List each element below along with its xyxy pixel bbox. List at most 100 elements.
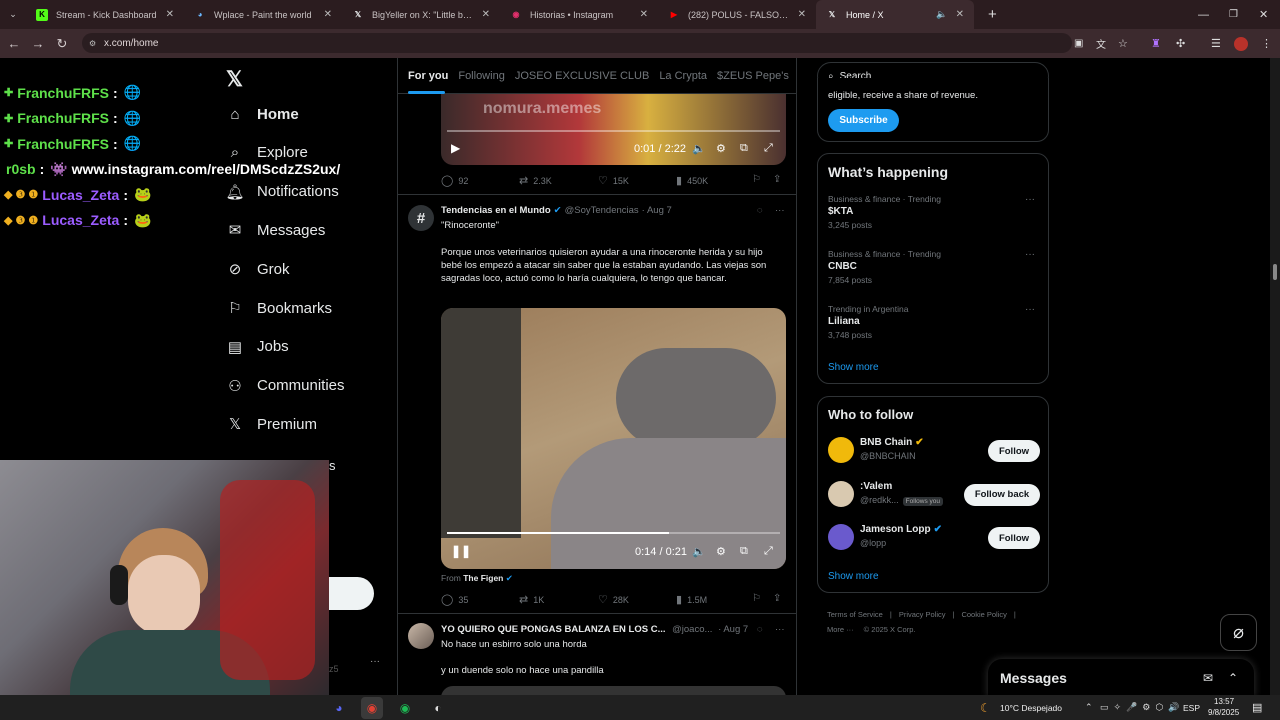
follow-name[interactable]: :Valem [860, 481, 892, 492]
restore-icon[interactable]: ❐ [1229, 9, 1238, 20]
post-author-name-3[interactable]: YO QUIERO QUE PONGAS BALANZA EN LOS C... [441, 624, 666, 635]
play-icon[interactable]: ▶ [451, 141, 460, 155]
chat-username[interactable]: Lucas_Zeta [42, 187, 119, 203]
nav-item-grok[interactable]: ⊘ Grok [226, 260, 290, 279]
page-scrollbar[interactable] [1270, 58, 1280, 695]
bookmark-icon[interactable]: ⚐ [752, 593, 761, 604]
obs-icon[interactable]: ◐ [427, 697, 449, 719]
bookmark-star-icon[interactable]: ☆ [1118, 37, 1128, 50]
weather-text[interactable]: 10°C Despejado [1000, 703, 1062, 713]
post-media-3[interactable] [441, 686, 786, 695]
tray-icons[interactable]: ▭✧🎤⚙⬡🔊 [1100, 702, 1184, 713]
tab-close-icon[interactable]: ✕ [166, 9, 174, 20]
trend-item[interactable]: Business & finance · Trending CNBC 7,854 p… [828, 249, 1040, 299]
tab-close-icon[interactable]: ✕ [482, 9, 490, 20]
subscribe-button[interactable]: Subscribe [828, 109, 899, 132]
scrollbar-thumb[interactable] [1273, 264, 1277, 280]
back-icon[interactable]: ← [2, 36, 26, 51]
views-action[interactable]: ▮ 450K [676, 174, 708, 187]
discord-icon[interactable]: ◕ [328, 697, 350, 719]
fullscreen-icon[interactable]: ⤢ [764, 142, 773, 155]
like-action[interactable]: ♡ 15K [598, 174, 629, 187]
tab-close-icon[interactable]: ✕ [956, 9, 964, 20]
trend-more-icon[interactable]: ··· [1025, 304, 1035, 315]
browser-menu-icon[interactable]: ⋮ [1261, 37, 1272, 50]
timeline-tab[interactable]: JOSEO EXCLUSIVE CLUB [515, 70, 650, 82]
browser-tab[interactable]: ◕ Wplace - Paint the world ✕ [184, 0, 342, 29]
tab-audio-icon[interactable]: 🔈 [936, 9, 947, 20]
expand-drawer-icon[interactable]: ⌃ [1228, 671, 1238, 685]
pip-icon-2[interactable]: ⧉ [740, 545, 748, 558]
trend-more-icon[interactable]: ··· [1025, 249, 1035, 260]
chat-username[interactable]: FranchuFRFS [17, 85, 109, 101]
tab-close-icon[interactable]: ✕ [640, 9, 648, 20]
extension-icon-1[interactable]: ▣ [1074, 38, 1083, 49]
footer-link[interactable]: Cookie Policy [961, 610, 1006, 619]
browser-tab[interactable]: 𝕏 Home / X 🔈 ✕ [816, 0, 974, 29]
site-info-icon[interactable]: ⚙ [89, 39, 96, 48]
repost-action[interactable]: ⇄ 1K [519, 593, 544, 606]
follow-avatar[interactable] [828, 524, 854, 550]
extension-icon-2[interactable]: ♜ [1151, 37, 1161, 50]
follow-avatar[interactable] [828, 437, 854, 463]
tray-chevron-icon[interactable]: ⌃ [1085, 702, 1093, 713]
post-more-icon-3[interactable]: ··· [775, 624, 785, 635]
tab-close-icon[interactable]: ✕ [324, 9, 332, 20]
follow-name[interactable]: Jameson Lopp ✔ [860, 524, 942, 535]
views-action[interactable]: ▮ 1.5M [676, 593, 707, 606]
post-button-partial[interactable] [329, 577, 374, 610]
forward-icon[interactable]: → [26, 36, 50, 51]
messages-drawer[interactable]: Messages ✉ ⌃ [988, 659, 1254, 695]
chat-username[interactable]: r0sb [6, 161, 36, 177]
timeline-tab[interactable]: $ZEUS Pepe's [717, 70, 789, 82]
nav-item-jobs[interactable]: ▤ Jobs [226, 338, 289, 356]
profile-avatar[interactable] [1234, 36, 1248, 51]
follow-button[interactable]: Follow [988, 440, 1040, 462]
timeline-tab[interactable]: For you [408, 70, 448, 82]
translate-icon[interactable]: 文 [1096, 36, 1106, 51]
follow-button[interactable]: Follow [988, 527, 1040, 549]
follow-avatar[interactable] [828, 480, 854, 507]
post-date[interactable]: · Aug 7 [642, 205, 672, 216]
pause-icon[interactable]: ❚❚ [451, 544, 471, 558]
chat-username[interactable]: FranchuFRFS [17, 136, 109, 152]
tab-close-icon[interactable]: ✕ [798, 9, 806, 20]
grok-float-button[interactable]: ⌀ [1220, 614, 1257, 651]
trend-item[interactable]: Trending in Argentina Liliana 3,748 posts ·… [828, 304, 1040, 354]
url-bar[interactable]: ⚙ x.com/home [82, 33, 1072, 53]
extensions-puzzle-icon[interactable]: ✣ [1176, 37, 1185, 50]
reply-action[interactable]: ◯ 92 [441, 174, 468, 187]
footer-more[interactable]: More ··· [827, 625, 854, 634]
new-tab-icon[interactable]: + [988, 6, 997, 23]
source-author[interactable]: The Figen [463, 573, 503, 583]
follow-show-more[interactable]: Show more [828, 571, 879, 582]
browser-tab[interactable]: K Stream - Kick Dashboard ✕ [26, 0, 184, 29]
video-progress-bar[interactable] [447, 130, 780, 132]
nav-item-partial[interactable]: s [329, 458, 336, 473]
trends-show-more[interactable]: Show more [828, 362, 879, 373]
language-indicator[interactable]: ESP [1183, 703, 1200, 713]
video-settings-icon[interactable]: ⚙ [716, 142, 726, 155]
video-settings-icon-2[interactable]: ⚙ [716, 545, 726, 558]
close-window-icon[interactable]: ✕ [1259, 8, 1268, 21]
share-icon[interactable]: ⇪ [773, 174, 781, 185]
notification-icon[interactable]: ▤ [1252, 701, 1262, 714]
video-player-2[interactable]: ❚❚ 0:14 / 0:21 🔈 ⚙ ⧉ ⤢ [441, 308, 786, 569]
nav-item-communities[interactable]: ⚇ Communities [226, 377, 344, 395]
reply-action[interactable]: ◯ 35 [441, 593, 468, 606]
fullscreen-icon-2[interactable]: ⤢ [764, 545, 773, 558]
post-more-icon[interactable]: ··· [775, 205, 785, 216]
timeline-tab[interactable]: La Crypta [659, 70, 707, 82]
post-avatar-3[interactable] [408, 623, 434, 649]
grok-icon-3[interactable]: ◌ [757, 624, 763, 635]
footer-link[interactable]: Terms of Service [827, 610, 883, 619]
share-icon[interactable]: ⇪ [773, 593, 781, 604]
reading-list-icon[interactable]: ☰ [1211, 37, 1221, 50]
follow-name[interactable]: BNB Chain ✔ [860, 437, 924, 448]
nav-item-bookmarks[interactable]: ⚐ Bookmarks [226, 299, 332, 318]
chat-username[interactable]: FranchuFRFS [17, 110, 109, 126]
repost-action[interactable]: ⇄ 2.3K [519, 174, 552, 187]
clock-date[interactable]: 9/8/2025 [1208, 708, 1239, 717]
grok-icon[interactable]: ◌ [757, 205, 763, 216]
trend-item[interactable]: Business & finance · Trending $KTA 3,245 p… [828, 194, 1040, 244]
